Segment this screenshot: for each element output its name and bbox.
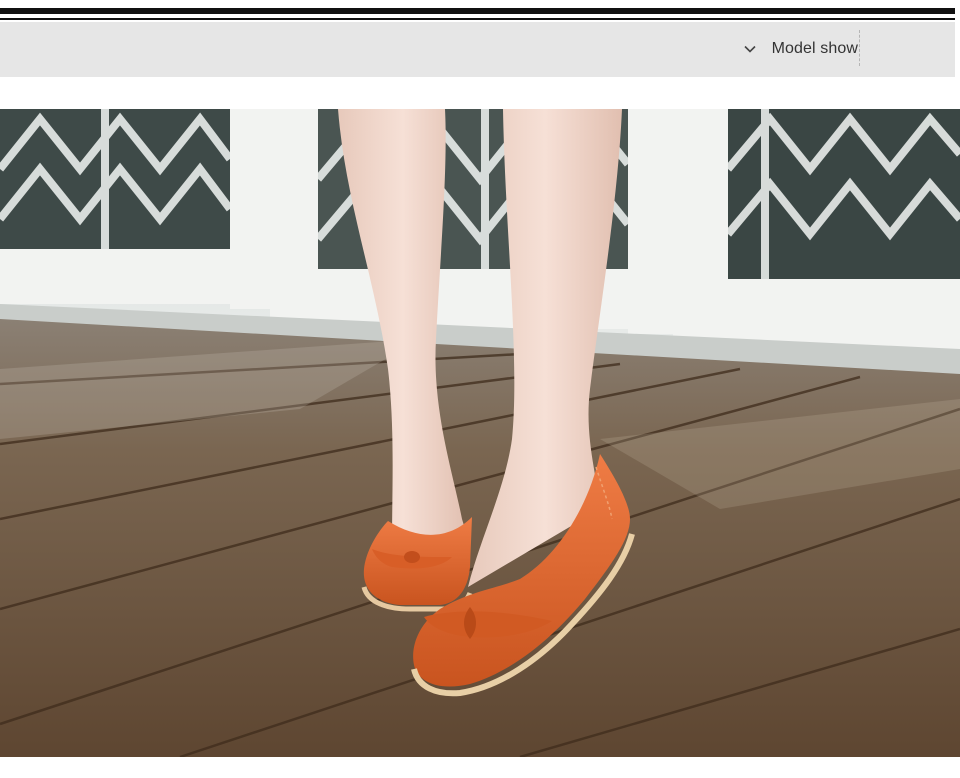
chevron-down-icon[interactable] [744, 45, 756, 53]
model-show-photo [0, 109, 960, 757]
section-title: Model show [771, 40, 858, 57]
top-divider-thick [0, 8, 955, 14]
model-show-section-header[interactable]: Model show [0, 22, 955, 77]
section-title-group[interactable]: Model show [744, 38, 858, 60]
product-detail-page: Model show [0, 0, 960, 778]
top-divider-thin [0, 18, 955, 20]
product-photo-illustration [0, 109, 960, 757]
header-divider [859, 30, 860, 66]
